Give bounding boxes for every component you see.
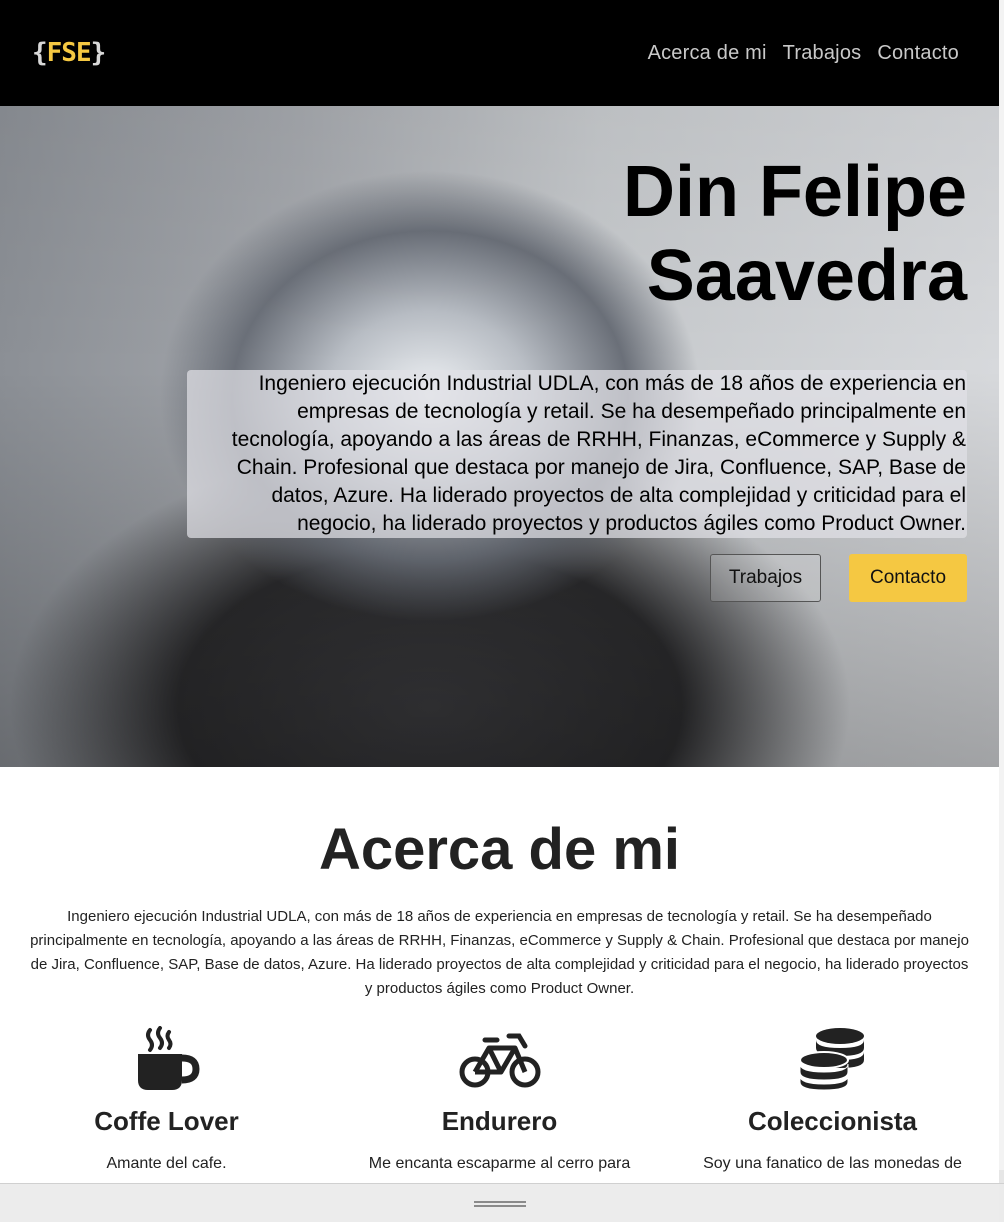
hero-title-line1: Din Felipe bbox=[622, 152, 967, 232]
bicycle-icon bbox=[340, 1026, 660, 1092]
logo-text: FSE bbox=[46, 38, 92, 68]
hero-title-line2: Saavedra bbox=[646, 236, 967, 316]
features-row: Coffe Lover Amante del cafe. Endurero Me… bbox=[0, 1026, 999, 1173]
feature-text: Soy una fanatico de las monedas de bbox=[703, 1155, 962, 1172]
feature-bike: Endurero Me encanta escaparme al cerro p… bbox=[340, 1026, 660, 1173]
hero-buttons: Trabajos Contacto bbox=[187, 554, 967, 602]
feature-coins: Coleccionista Soy una fanatico de las mo… bbox=[673, 1026, 993, 1173]
works-button[interactable]: Trabajos bbox=[710, 554, 821, 602]
scrollbar-thumb[interactable] bbox=[999, 0, 1004, 1170]
hero-section: Din Felipe Saavedra Ingeniero ejecución … bbox=[0, 106, 999, 767]
nav-links: Acerca de mi Trabajos Contacto bbox=[648, 42, 959, 65]
about-title: Acerca de mi bbox=[318, 817, 681, 882]
nav-link-about[interactable]: Acerca de mi bbox=[648, 42, 767, 65]
coins-stack-icon bbox=[673, 1026, 993, 1092]
hero-content: Din Felipe Saavedra Ingeniero ejecución … bbox=[187, 106, 967, 602]
feature-coffee: Coffe Lover Amante del cafe. bbox=[7, 1026, 327, 1173]
coffee-mug-icon bbox=[7, 1026, 327, 1092]
page-scrollbar[interactable] bbox=[999, 0, 1004, 1222]
nav-link-works[interactable]: Trabajos bbox=[783, 42, 862, 65]
logo-right-brace: } bbox=[90, 38, 107, 68]
about-section: Acerca de mi Ingeniero ejecución Industr… bbox=[0, 767, 999, 1001]
feature-text: Amante del cafe. bbox=[106, 1155, 227, 1172]
contact-button[interactable]: Contacto bbox=[849, 554, 967, 602]
hero-title: Din Felipe Saavedra bbox=[187, 150, 967, 318]
feature-title: Coleccionista bbox=[747, 1106, 918, 1136]
feature-text: Me encanta escaparme al cerro para bbox=[368, 1155, 631, 1172]
logo-left-brace: { bbox=[32, 38, 48, 68]
nav-link-contact[interactable]: Contacto bbox=[877, 42, 959, 65]
feature-title: Coffe Lover bbox=[94, 1106, 239, 1136]
top-navbar: {FSE} Acerca de mi Trabajos Contacto bbox=[0, 0, 999, 106]
feature-title: Endurero bbox=[441, 1106, 558, 1136]
drag-handle-icon[interactable] bbox=[474, 1201, 526, 1207]
hero-description: Ingeniero ejecución Industrial UDLA, con… bbox=[187, 370, 967, 538]
about-text: Ingeniero ejecución Industrial UDLA, con… bbox=[30, 908, 969, 997]
bottom-sheet-bar[interactable] bbox=[0, 1183, 1004, 1222]
site-logo[interactable]: {FSE} bbox=[32, 38, 107, 68]
